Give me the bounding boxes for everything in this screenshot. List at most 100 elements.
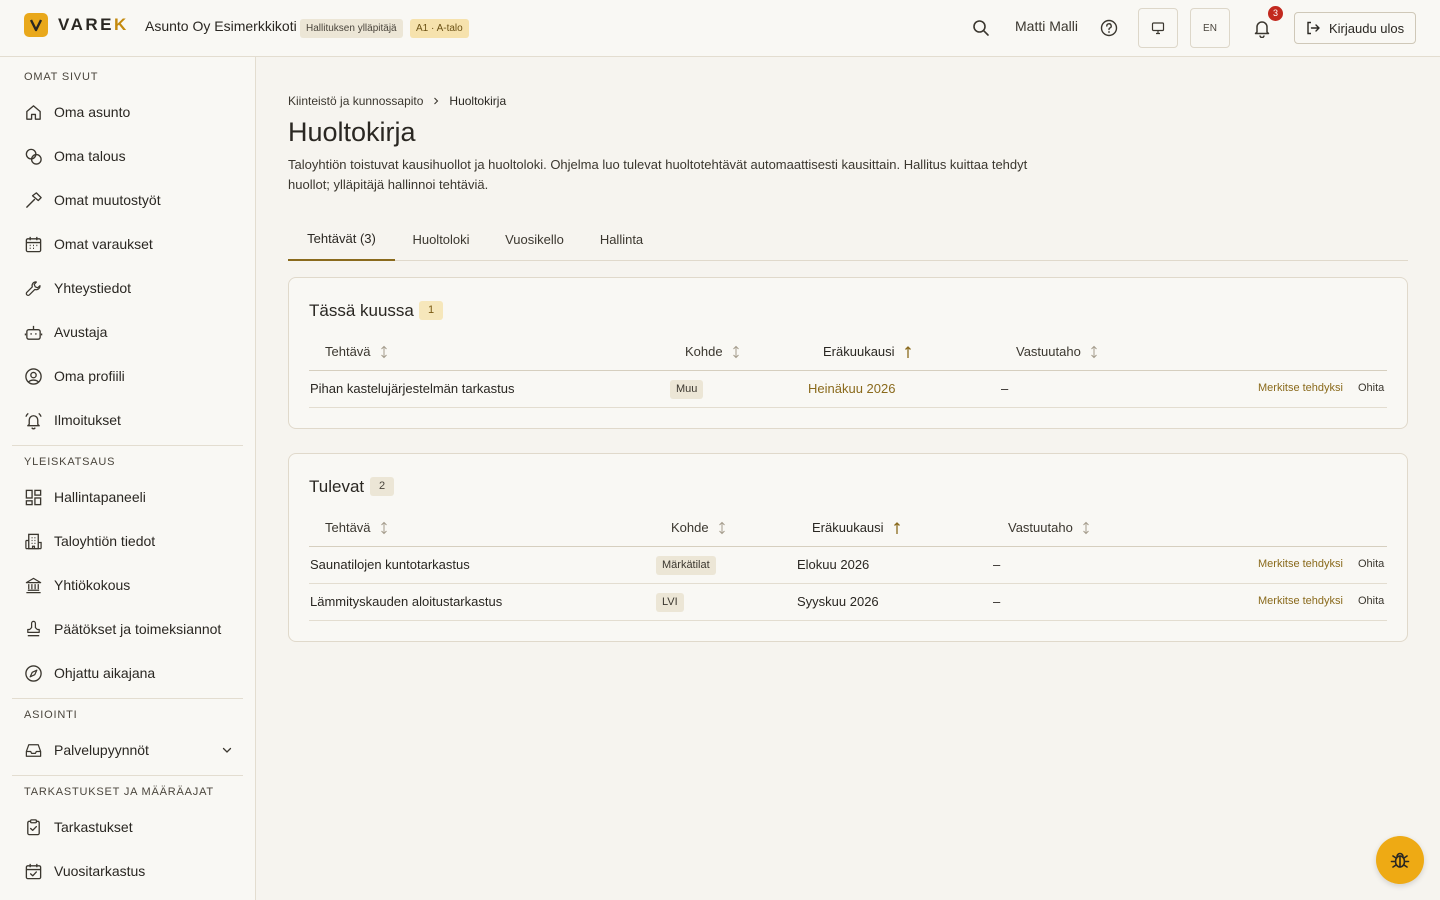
column-header-target[interactable]: Kohde [685, 344, 740, 359]
sidebar-item-taloyhtion-tiedot[interactable]: Taloyhtiön tiedot [12, 521, 243, 561]
display-mode-button[interactable] [1138, 8, 1178, 48]
sort-icon [1082, 521, 1089, 534]
tab-hallinta[interactable]: Hallinta [582, 218, 661, 260]
notification-count-badge: 3 [1268, 6, 1283, 21]
column-header-responsible[interactable]: Vastuutaho [1008, 520, 1090, 535]
sidebar-divider [12, 445, 243, 446]
task-name: Lämmityskauden aloitustarkastus [310, 594, 503, 609]
card-title: Tässä kuussa [309, 301, 414, 320]
column-header-target[interactable]: Kohde [671, 520, 726, 535]
sidebar-item-oma-asunto[interactable]: Oma asunto [12, 92, 243, 132]
calendar-icon [25, 236, 42, 252]
tab-label: Tehtävät [307, 231, 357, 246]
sidebar-item-yhtiokokous[interactable]: Yhtiökokous [12, 565, 243, 605]
sidebar-item-label: Ilmoitukset [54, 412, 121, 428]
sidebar: OMAT SIVUT Oma asunto Oma talous Omat mu… [0, 57, 256, 900]
task-name: Saunatilojen kuntotarkastus [310, 557, 470, 572]
sidebar-item-tarkastukset[interactable]: Tarkastukset [12, 807, 243, 847]
header-divider [309, 370, 1387, 371]
logout-button[interactable]: Kirjaudu ulos [1294, 12, 1416, 44]
sort-ascending-icon [904, 345, 911, 358]
sidebar-item-oma-profiili[interactable]: Oma profiili [12, 356, 243, 396]
stamp-icon [27, 620, 40, 636]
mark-done-button[interactable]: Merkitse tehdyksi [1258, 595, 1343, 607]
target-tag: LVI [656, 593, 684, 612]
bot-icon [24, 325, 43, 340]
monitor-icon [1151, 22, 1165, 35]
clipboard-check-icon [27, 818, 40, 835]
sidebar-item-label: Oma asunto [54, 104, 131, 120]
skip-button[interactable]: Ohita [1358, 558, 1384, 570]
tab-huoltoloki[interactable]: Huoltoloki [395, 218, 487, 260]
sort-icon [718, 521, 725, 534]
count-badge: 1 [419, 301, 443, 320]
sidebar-item-label: Omat muutostyöt [54, 192, 161, 208]
sidebar-item-ilmoitukset[interactable]: Ilmoitukset [12, 400, 243, 440]
tab-count: (3) [359, 231, 376, 246]
count-badge: 2 [370, 477, 394, 496]
logout-label: Kirjaudu ulos [1329, 20, 1405, 36]
tab-vuosikello[interactable]: Vuosikello [487, 218, 582, 260]
sidebar-item-palvelupyynnot[interactable]: Palvelupyynnöt [12, 730, 243, 770]
tab-label: Huoltoloki [412, 231, 470, 247]
language-button[interactable]: EN [1190, 8, 1230, 48]
sidebar-item-label: Omat varaukset [54, 236, 153, 252]
bug-report-button[interactable] [1376, 836, 1424, 884]
responsible: – [1001, 381, 1009, 396]
user-circle-icon [25, 367, 42, 385]
sidebar-item-label: Yhtiökokous [54, 577, 131, 593]
bell-ring-icon [25, 412, 42, 429]
inbox-icon [25, 743, 42, 757]
chevron-down-icon[interactable] [221, 744, 233, 756]
column-header-responsible[interactable]: Vastuutaho [1016, 344, 1098, 359]
tab-bar: Tehtävät (3) Huoltoloki Vuosikello Halli… [288, 218, 1408, 261]
tab-tehtavat[interactable]: Tehtävät (3) [288, 218, 395, 261]
sidebar-item-vuositarkastus[interactable]: Vuositarkastus [12, 851, 243, 891]
responsible: – [993, 594, 1001, 609]
calendar-check-icon [25, 863, 42, 879]
column-header-task[interactable]: Tehtävä [325, 344, 388, 359]
column-header-task[interactable]: Tehtävä [325, 520, 388, 535]
sidebar-section-title: TARKASTUKSET JA MÄÄRÄAJAT [24, 786, 214, 798]
sidebar-item-hallintapaneeli[interactable]: Hallintapaneeli [12, 477, 243, 517]
row-divider [309, 407, 1387, 408]
responsible: – [993, 557, 1001, 572]
sidebar-divider [12, 698, 243, 699]
column-header-due[interactable]: Eräkuukausi [823, 344, 912, 359]
target-tag: Muu [670, 380, 704, 399]
sidebar-item-paatokset[interactable]: Päätökset ja toimeksiannot [12, 609, 243, 649]
sidebar-item-ohjattu-aikajana[interactable]: Ohjattu aikajana [12, 653, 243, 693]
breadcrumb-current: Huoltokirja [449, 94, 507, 108]
sort-icon [732, 345, 739, 358]
logout-icon [1307, 21, 1320, 35]
sidebar-item-omat-muutostyot[interactable]: Omat muutostyöt [12, 180, 243, 220]
sidebar-item-oma-talous[interactable]: Oma talous [12, 136, 243, 176]
logo-text[interactable]: VAREK [58, 15, 129, 35]
sidebar-item-avustaja[interactable]: Avustaja [12, 312, 243, 352]
mark-done-button[interactable]: Merkitse tehdyksi [1258, 382, 1343, 394]
card-title: Tulevat [309, 477, 365, 496]
mark-done-button[interactable]: Merkitse tehdyksi [1258, 558, 1343, 570]
breadcrumb-parent[interactable]: Kiinteistö ja kunnossapito [288, 94, 423, 108]
help-icon[interactable] [1098, 17, 1120, 39]
sidebar-item-label: Vuositarkastus [54, 863, 146, 879]
logo-mark-icon[interactable] [24, 13, 48, 37]
skip-button[interactable]: Ohita [1358, 382, 1384, 394]
sort-icon [380, 521, 387, 534]
sort-icon [1090, 345, 1097, 358]
page-description: Taloyhtiön toistuvat kausihuollot ja huo… [288, 157, 1028, 192]
user-name[interactable]: Matti Malli [1015, 18, 1078, 34]
header-divider [309, 546, 1387, 547]
column-header-due[interactable]: Eräkuukausi [812, 520, 901, 535]
sidebar-item-label: Ohjattu aikajana [54, 665, 156, 681]
skip-button[interactable]: Ohita [1358, 595, 1384, 607]
sidebar-section-title: OMAT SIVUT [24, 71, 99, 83]
search-icon[interactable] [970, 17, 992, 39]
landmark-icon [25, 577, 42, 593]
breadcrumb: Kiinteistö ja kunnossapito Huoltokirja [288, 94, 506, 108]
building-icon [25, 533, 42, 549]
sidebar-item-omat-varaukset[interactable]: Omat varaukset [12, 224, 243, 264]
sidebar-item-yhteystiedot[interactable]: Yhteystiedot [12, 268, 243, 308]
home-icon [26, 104, 41, 120]
sidebar-item-label: Hallintapaneeli [54, 489, 146, 505]
